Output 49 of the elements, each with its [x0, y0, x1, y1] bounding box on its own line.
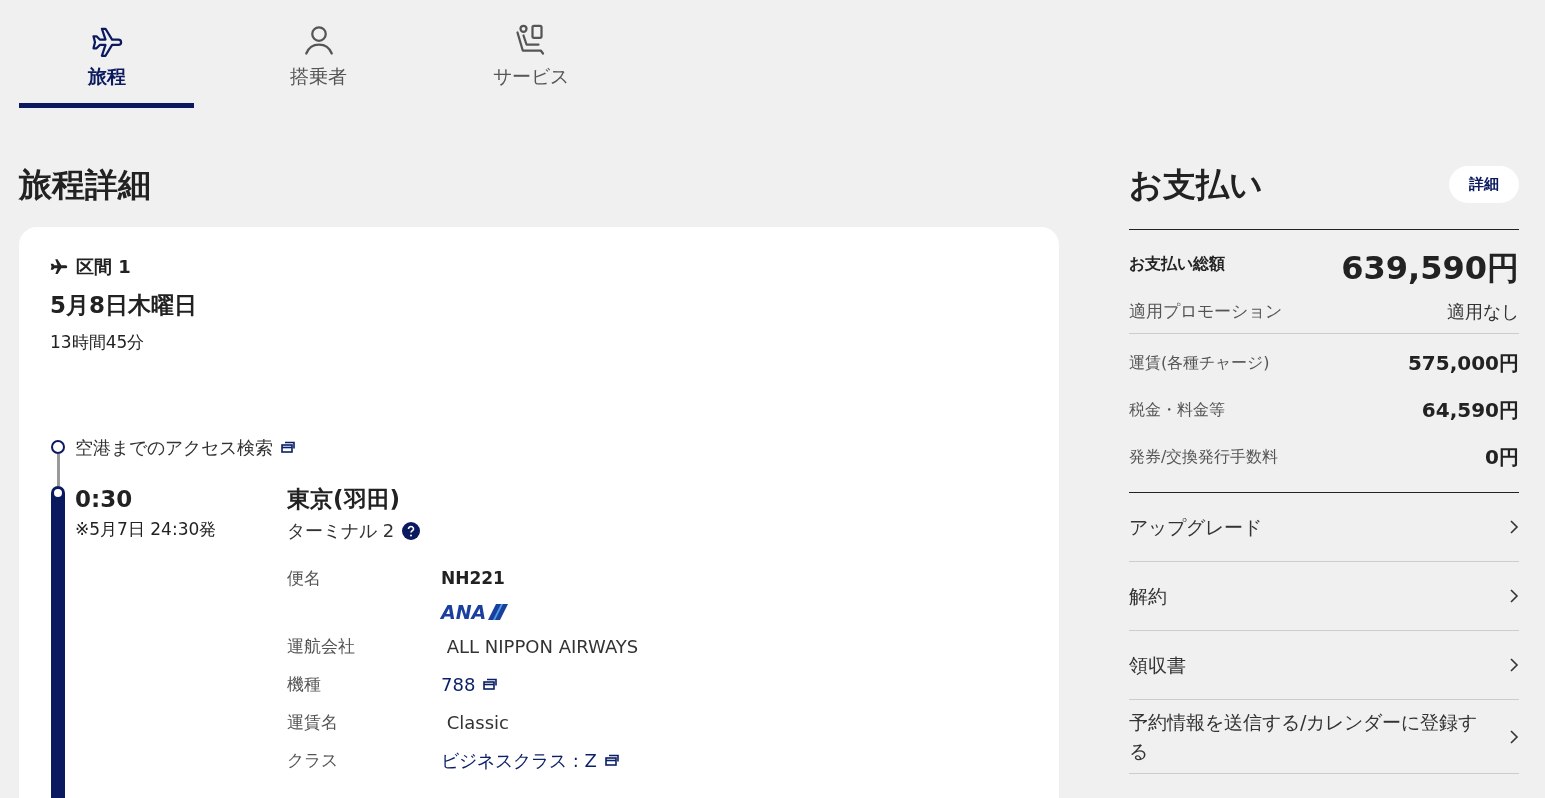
- external-link-icon: [281, 441, 295, 453]
- detail-link[interactable]: 788: [441, 670, 476, 698]
- chevron-right-icon: [1509, 728, 1519, 745]
- timeline-node: [51, 439, 65, 454]
- departure-note: ※5月7日 24:30発: [75, 518, 218, 542]
- detail-label: 運賃名: [287, 710, 339, 734]
- charge-label: 運賃(各種チャージ): [1129, 352, 1270, 374]
- charge-amount: 64,590円: [1421, 397, 1519, 424]
- detail-link[interactable]: ビジネスクラス : Z: [441, 746, 597, 774]
- detail-label: 運航会社: [287, 634, 356, 658]
- detail-label: 機種: [287, 672, 322, 696]
- chevron-right-icon: [1509, 519, 1519, 535]
- promotion-label: 適用プロモーション: [1129, 299, 1282, 323]
- detail-label: クラス: [287, 748, 339, 772]
- segment-label: 区間 1: [76, 254, 131, 279]
- total-amount: 639,590円: [1341, 252, 1519, 284]
- external-link-icon: [483, 678, 498, 691]
- charge-label: 発券/交換発行手数料: [1129, 446, 1279, 468]
- promotion-value: 適用なし: [1447, 300, 1519, 324]
- payment-menu-item[interactable]: 領収書: [1129, 631, 1519, 700]
- departure-time: 0:30: [75, 484, 134, 514]
- section-title: 旅程詳細: [19, 167, 152, 201]
- airplane-icon: [50, 258, 68, 274]
- detail-label: 便名: [287, 567, 322, 591]
- charge-amount: 575,000円: [1407, 350, 1519, 377]
- payment-menu-item[interactable]: 解約: [1129, 562, 1519, 631]
- terminal-label: ターミナル 2: [287, 519, 395, 544]
- flight-number: NH221: [441, 567, 506, 591]
- charge-label: 税金・料金等: [1129, 399, 1225, 421]
- nav-tab[interactable]: 搭乗者: [231, 22, 406, 108]
- payment-menu-item[interactable]: 予約情報を送信する/カレンダーに登録する: [1129, 700, 1519, 774]
- detail-value: Classic: [445, 710, 510, 735]
- help-icon[interactable]: [402, 521, 421, 540]
- payment-title: お支払い: [1129, 163, 1263, 206]
- total-label: お支払い総額: [1129, 253, 1225, 275]
- details-button[interactable]: 詳細: [1449, 166, 1519, 203]
- departure-airport: 東京(羽田): [287, 484, 402, 514]
- chevron-right-icon: [1509, 588, 1519, 604]
- external-link-icon: [604, 754, 619, 767]
- detail-value: ALL NIPPON AIRWAYS: [445, 634, 639, 659]
- payment-menu-item[interactable]: アップグレード: [1129, 493, 1519, 562]
- flight-duration: 13時間45分: [50, 331, 146, 354]
- nav-tab[interactable]: 旅程: [19, 22, 194, 108]
- flight-date: 5月8日木曜日: [50, 290, 198, 320]
- airline-logo: ANA: [441, 602, 639, 622]
- airport-access-link[interactable]: 空港までのアクセス検索: [75, 433, 273, 461]
- nav-tab[interactable]: サービス: [443, 22, 618, 108]
- charge-amount: 0円: [1485, 444, 1519, 471]
- chevron-right-icon: [1509, 657, 1519, 673]
